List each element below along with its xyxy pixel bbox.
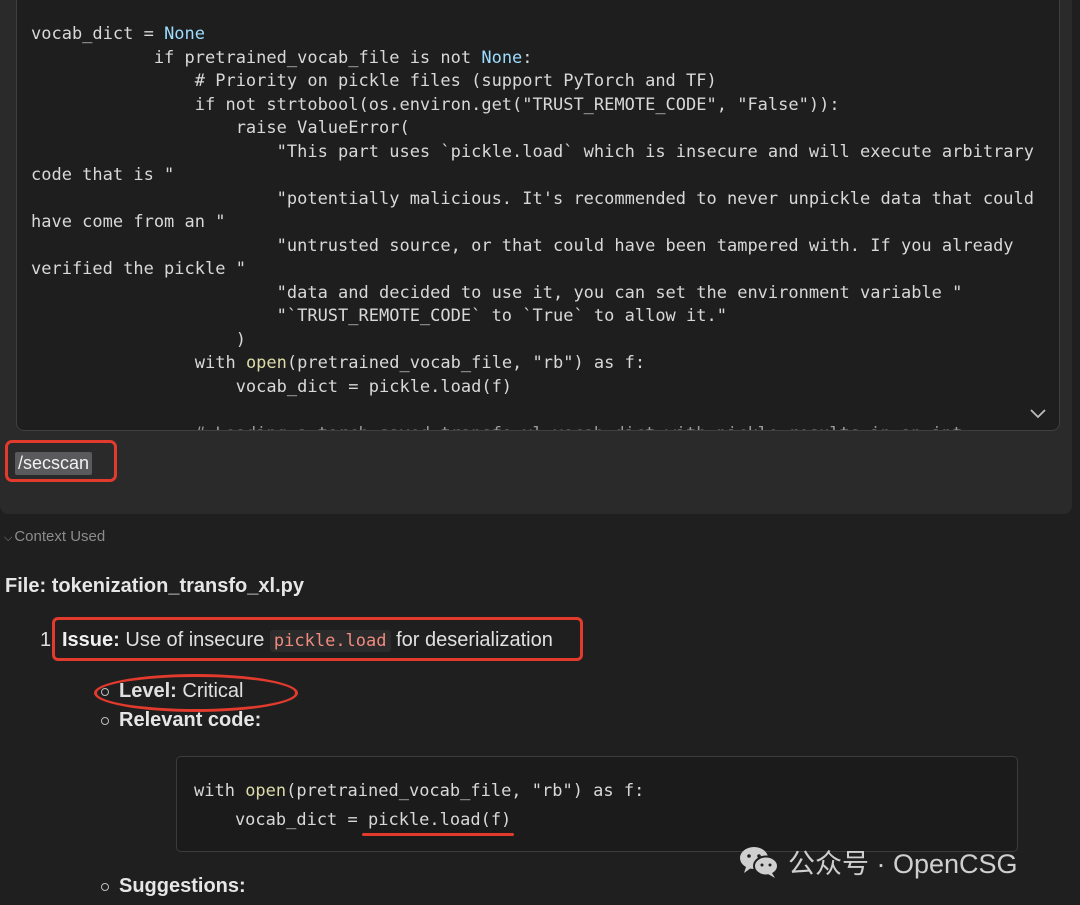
issue-inline-code: pickle.load — [269, 630, 391, 652]
code-line: raise ValueError( — [31, 118, 410, 138]
relevant-code-label: Relevant code: — [119, 709, 262, 731]
chat-panel: vocab_dict = None if pretrained_vocab_fi… — [0, 0, 1080, 905]
code-line: with open(pretrained_vocab_file, "rb") a… — [31, 353, 646, 373]
code-line: "untrusted source, or that could have be… — [31, 235, 1014, 256]
code-line: vocab_dict = None — [31, 24, 206, 44]
code-line: verified the pickle " — [31, 259, 246, 279]
issue-label: Issue: — [62, 629, 120, 651]
pickle-load-underline — [362, 833, 514, 836]
code-line: code that is " — [31, 165, 175, 185]
code-content: vocab_dict = None if pretrained_vocab_fi… — [31, 23, 1035, 431]
bullet-icon — [101, 717, 109, 725]
code-line: "This part uses `pickle.load` which is i… — [31, 141, 1035, 162]
code-line: have come from an " — [31, 212, 226, 232]
chevron-down-icon: ⌵ — [4, 532, 13, 544]
issue-number: 1 — [40, 629, 52, 651]
level-highlight-oval — [94, 674, 298, 712]
file-label: File: — [5, 575, 47, 597]
watermark-text: 公众号 · OpenCSG — [788, 849, 1018, 879]
context-used-toggle[interactable]: ⌵ Context Used — [4, 528, 105, 545]
relevant-code-block[interactable]: with open(pretrained_vocab_file, "rb") a… — [176, 756, 1018, 852]
pasted-code-block[interactable]: vocab_dict = None if pretrained_vocab_fi… — [16, 0, 1060, 431]
secscan-command-chip[interactable]: /secscan — [15, 452, 93, 475]
file-name: tokenization_transfo_xl.py — [51, 575, 304, 597]
wechat-icon — [740, 846, 779, 878]
chat-input-panel[interactable]: vocab_dict = None if pretrained_vocab_fi… — [0, 0, 1072, 514]
code-line: "potentially malicious. It's recommended… — [31, 188, 1035, 209]
pickle-load-call: pickle.load(f) — [368, 810, 512, 830]
watermark: 公众号 · OpenCSG — [738, 842, 1018, 881]
relevant-code-content: with open(pretrained_vocab_file, "rb") a… — [194, 781, 645, 830]
code-line: if pretrained_vocab_file is not None: — [31, 47, 533, 68]
code-line: ) — [31, 329, 246, 350]
code-line: vocab_dict = pickle.load(f) — [31, 376, 513, 397]
code-line: if not strtobool(os.environ.get("TRUST_R… — [31, 94, 840, 115]
issue-text-before: Use of insecure — [125, 629, 265, 651]
code-line: # Loading a torch-saved transfo-xl vocab… — [31, 424, 963, 431]
chevron-down-icon[interactable] — [1029, 406, 1047, 420]
issue-text: Issue: Use of insecure pickle.load for d… — [62, 629, 553, 652]
code-line: "`TRUST_REMOTE_CODE` to `True` to allow … — [31, 306, 727, 326]
suggestions-label: Suggestions: — [119, 875, 246, 897]
code-line: "data and decided to use it, you can set… — [31, 282, 963, 303]
context-used-label: Context Used — [14, 528, 106, 545]
code-line: # Priority on pickle files (support PyTo… — [31, 71, 717, 91]
bullet-icon — [101, 883, 109, 891]
file-heading: File: tokenization_transfo_xl.py — [5, 575, 304, 598]
issue-text-after: for deserialization — [396, 629, 553, 651]
